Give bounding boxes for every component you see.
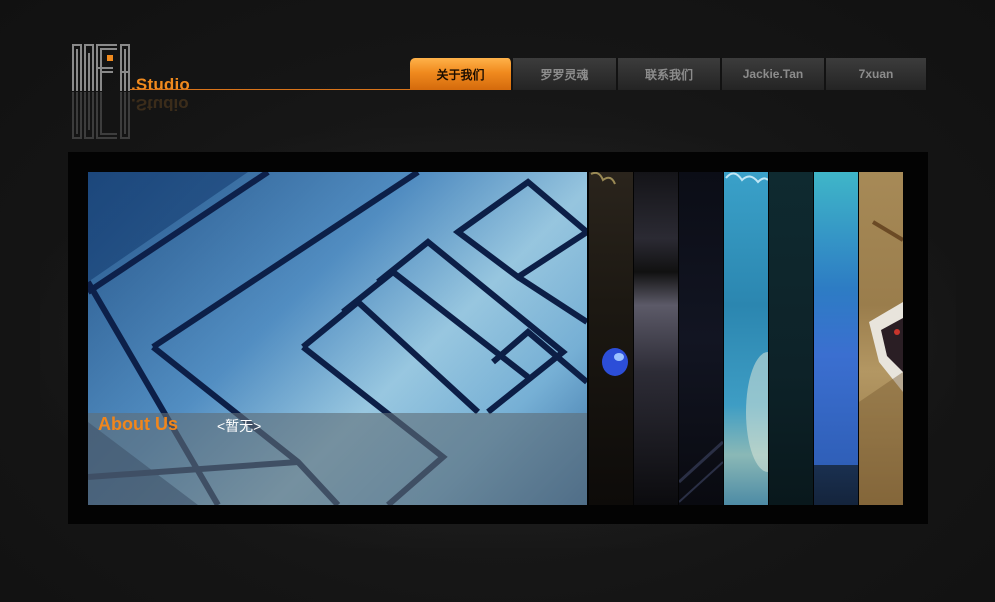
logo-mark-icon xyxy=(72,44,130,91)
caption-text: <暂无> xyxy=(217,418,262,434)
thumbnail-2[interactable] xyxy=(634,172,678,505)
logo-text: .Studio xyxy=(131,75,190,94)
logo-text-reflection: .Studio xyxy=(131,95,189,114)
nav-item-jackie-tan[interactable]: Jackie.Tan xyxy=(722,58,826,90)
thumbnail-4-art xyxy=(725,172,768,472)
thumbnail-1-art xyxy=(590,172,628,376)
thumbnail-3[interactable] xyxy=(679,172,723,505)
nav-item-contact-us[interactable]: 联系我们 xyxy=(618,58,722,90)
caption-title: About Us xyxy=(98,414,178,434)
thumbnail-1[interactable] xyxy=(589,172,633,505)
thumbnail-5[interactable] xyxy=(769,172,813,505)
thumbnail-6[interactable] xyxy=(814,172,858,505)
thumbnail-7[interactable] xyxy=(859,172,903,505)
caption-bar: About Us <暂无> xyxy=(88,413,587,505)
thumbnail-3-art xyxy=(679,440,723,503)
nav-item-7xuan[interactable]: 7xuan xyxy=(826,58,928,90)
slideshow-frame: About Us <暂无> xyxy=(68,152,928,524)
hero-image[interactable]: About Us <暂无> xyxy=(88,172,587,505)
thumbnail-strip xyxy=(588,172,903,505)
page: .Studio .Studio 关于我们 罗罗灵魂 联系我们 Jackie.Ta… xyxy=(0,0,995,602)
thumbnail-7-art xyxy=(859,220,903,505)
nav-item-about-us[interactable]: 关于我们 xyxy=(410,58,513,90)
main-nav: 关于我们 罗罗灵魂 联系我们 Jackie.Tan 7xuan xyxy=(410,58,928,90)
thumbnail-4[interactable] xyxy=(724,172,768,505)
nav-item-luoluo-soul[interactable]: 罗罗灵魂 xyxy=(513,58,618,90)
